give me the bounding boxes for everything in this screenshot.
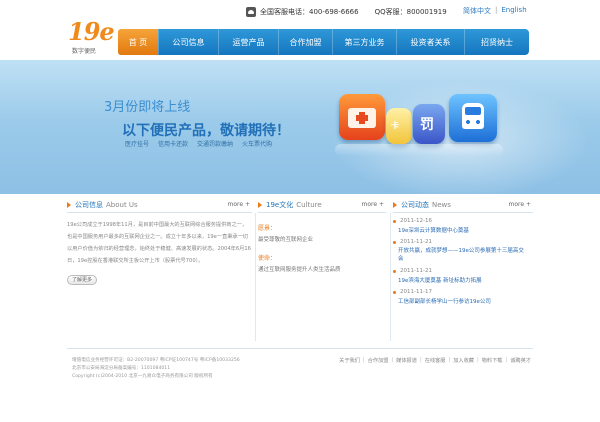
news-link[interactable]: 开放共赢，成就梦想——19e公司参展第十三届高交会	[398, 247, 528, 263]
nav-company-info[interactable]: 公司信息	[158, 29, 218, 55]
banner-service-item: 火车票代购	[242, 141, 273, 148]
logo-mark: 19e	[68, 17, 115, 46]
nav-careers[interactable]: 招贤纳士	[464, 29, 529, 55]
news-item[interactable]: 2011-11-17 工信部副部长杨学山一行参访19e公司	[393, 289, 533, 305]
phone-icon	[246, 7, 256, 17]
culture-header: 19e文化 Culture more	[258, 197, 386, 213]
footer-license: 增值电信业务经营许可证：B2-20070097 粤ICP证100747号 粤IC…	[72, 358, 240, 363]
page: 19e 数字便民 全国客服电话：400-698-6666 QQ客服：800001…	[0, 0, 600, 422]
footer-link-jobs[interactable]: 诚聘英才	[510, 357, 531, 364]
logo-text: 数字便民	[72, 48, 97, 55]
bullet-icon	[393, 240, 396, 244]
news-title-en: News	[432, 200, 451, 209]
bullet-icon	[393, 269, 396, 273]
fine-icon-label: 罚	[420, 117, 434, 133]
footer-link-support[interactable]: 在线客服	[425, 357, 446, 364]
about-title-en: About Us	[106, 200, 138, 209]
promo-banner[interactable]: 3月份即将上线 以下便民产品，敬请期待！ 医疗挂号 信用卡还款 交通罚款缴纳 火…	[0, 60, 600, 194]
nav-products[interactable]: 运营产品	[218, 29, 278, 55]
about-title: 公司信息	[75, 200, 103, 209]
banner-service-item: 信用卡还款	[158, 141, 189, 148]
credit-card-icon: 卡	[386, 108, 412, 144]
footer-info: 增值电信业务经营许可证：B2-20070097 粤ICP证100747号 粤IC…	[72, 357, 240, 381]
banner-service-item: 医疗挂号	[125, 141, 150, 148]
arrow-icon	[258, 201, 262, 208]
train-icon	[449, 94, 497, 142]
news-section: 公司动态 News more 2011-12-16 19e深圳云计算数据中心奠基…	[393, 197, 533, 347]
card-icon-label: 卡	[391, 121, 399, 130]
news-link[interactable]: 工信部副部长杨学山一行参访19e公司	[398, 297, 533, 305]
culture-title: 19e文化	[266, 200, 294, 209]
main-nav: 首 页 公司信息 运营产品 合作加盟 第三方业务 投资者关系 招贤纳士	[118, 29, 529, 55]
news-title: 公司动态	[401, 200, 429, 209]
banner-service-item: 交通罚款缴纳	[197, 141, 234, 148]
qq-service-text: QQ客服：800001919	[374, 8, 447, 16]
language-switch: 简体中文 | English	[463, 6, 527, 16]
bullet-icon	[393, 219, 396, 223]
nav-investor-relations[interactable]: 投资者关系	[396, 29, 464, 55]
footer-link-downloads[interactable]: 物料下载	[482, 357, 503, 364]
news-more-link[interactable]: more	[509, 201, 531, 208]
about-text: 19e公司成立于1998年11月，是目前中国最大的互联网综合服务提供商之一，也是…	[67, 222, 251, 264]
footer-link-about[interactable]: 关于我们	[339, 357, 360, 364]
about-section: 公司信息 About Us more 19e公司成立于1998年11月，是目前中…	[67, 197, 252, 347]
culture-item: 使命： 通过互联网服务提升人类生活品质	[258, 253, 386, 273]
culture-item: 愿景： 最受尊敬的互联网企业	[258, 223, 386, 243]
culture-section: 19e文化 Culture more 愿景： 最受尊敬的互联网企业 使命： 通过…	[258, 197, 386, 347]
arrow-icon	[393, 201, 397, 208]
lang-separator: |	[495, 6, 498, 14]
top-bar: 全国客服电话：400-698-6666 QQ客服：800001919	[246, 6, 447, 18]
culture-text: 通过互联网服务提升人类生活品质	[258, 267, 341, 273]
news-header: 公司动态 News more	[393, 197, 533, 213]
banner-headline: 以下便民产品，敬请期待！	[122, 123, 290, 139]
culture-text: 最受尊敬的互联网企业	[258, 237, 314, 243]
footer-police-record: 北京市公安局海淀分局备案编号：1101084011	[72, 366, 171, 371]
footer-link-media[interactable]: 媒体报道	[396, 357, 417, 364]
culture-more-link[interactable]: more	[362, 201, 384, 208]
footer-links: 关于我们 | 合作加盟 | 媒体报道 | 在线客服 | 加入收藏 | 物料下载 | 诚聘英才	[339, 357, 531, 364]
footer-link-bookmark[interactable]: 加入收藏	[453, 357, 474, 364]
nav-franchise[interactable]: 合作加盟	[278, 29, 332, 55]
news-link[interactable]: 19e滨海大厦奠基 新址标助力拓展	[398, 276, 533, 284]
medical-kit-icon	[339, 94, 385, 140]
learn-more-button[interactable]: 了解更多	[67, 275, 97, 285]
bullet-icon	[393, 290, 396, 294]
column-divider	[390, 213, 391, 341]
footer-link-franchise[interactable]: 合作加盟	[368, 357, 389, 364]
about-header: 公司信息 About Us more	[67, 197, 252, 213]
nav-home[interactable]: 首 页	[118, 29, 158, 55]
header: 19e 数字便民 全国客服电话：400-698-6666 QQ客服：800001…	[0, 0, 600, 60]
hotline-text: 全国客服电话：400-698-6666	[260, 8, 359, 16]
column-divider	[255, 213, 256, 341]
arrow-icon	[67, 201, 71, 208]
lang-chinese-link[interactable]: 简体中文	[463, 6, 491, 16]
nav-third-party[interactable]: 第三方业务	[332, 29, 396, 55]
footer: 增值电信业务经营许可证：B2-20070097 粤ICP证100747号 粤IC…	[67, 348, 533, 388]
news-date: 2011-11-21	[400, 239, 432, 245]
news-date: 2011-12-16	[400, 218, 432, 224]
news-link[interactable]: 19e深圳云计算数据中心奠基	[398, 226, 533, 234]
lang-english-link[interactable]: English	[501, 6, 526, 16]
culture-title-en: Culture	[296, 200, 322, 209]
banner-title: 3月份即将上线	[104, 100, 191, 115]
news-date: 2011-11-17	[400, 289, 432, 295]
icon-reflection	[335, 144, 503, 156]
traffic-fine-icon: 罚	[413, 104, 445, 144]
banner-service-list: 医疗挂号 信用卡还款 交通罚款缴纳 火车票代购	[125, 139, 272, 148]
about-more-link[interactable]: more	[228, 201, 250, 208]
news-item[interactable]: 2011-11-21 19e滨海大厦奠基 新址标助力拓展	[393, 268, 533, 284]
logo[interactable]: 19e 数字便民	[68, 18, 118, 56]
news-item[interactable]: 2011-12-16 19e深圳云计算数据中心奠基	[393, 218, 533, 234]
culture-label: 使命：	[258, 255, 277, 262]
footer-copyright: Copyright (c)2004-2010 北京一九易众电子商务有限公司 版权…	[72, 374, 213, 379]
news-date: 2011-11-21	[400, 268, 432, 274]
culture-label: 愿景：	[258, 225, 277, 232]
news-item[interactable]: 2011-11-21 开放共赢，成就梦想——19e公司参展第十三届高交会	[393, 239, 533, 263]
